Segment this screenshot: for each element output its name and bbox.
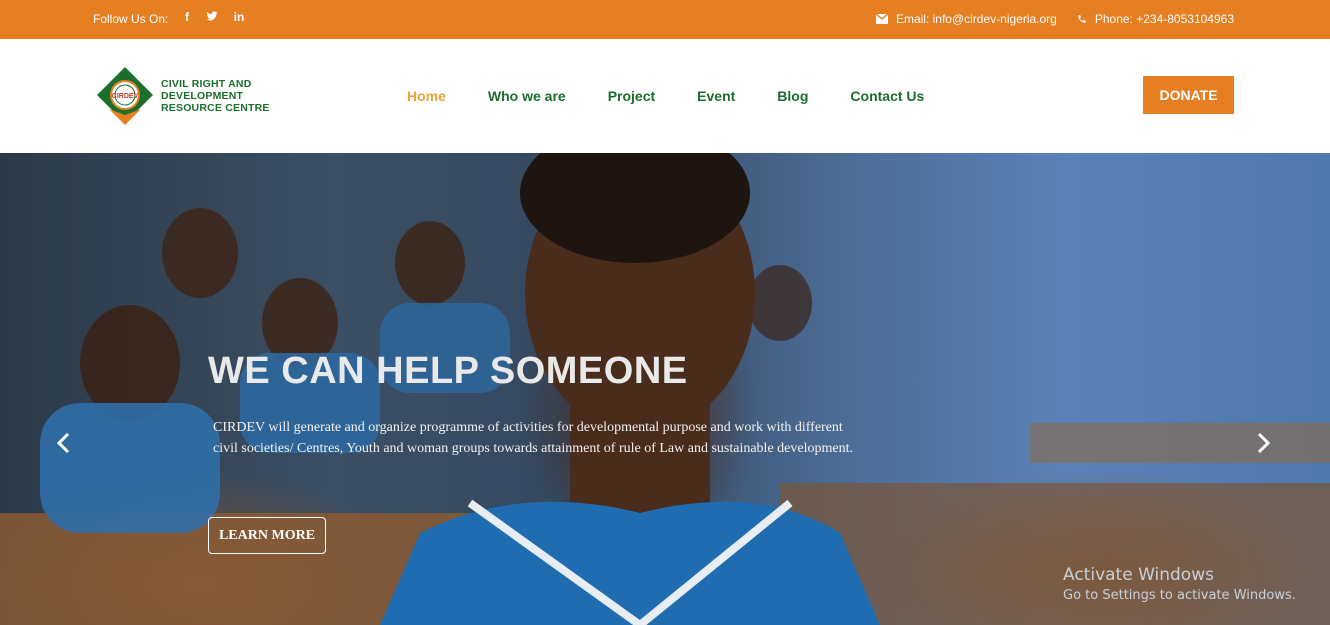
email-label: Email: info@cirdev-nigeria.org (895, 12, 1057, 26)
watermark-subtitle: Go to Settings to activate Windows. (1063, 588, 1296, 603)
hero-description: CIRDEV will generate and organize progra… (213, 420, 853, 456)
site-header: CIRDEV CIVIL RIGHT AND DEVELOPMENT RESOU… (0, 39, 1330, 153)
nav-blog[interactable]: Blog (777, 88, 808, 104)
hero-slider: WE CAN HELP SOMEONE CIRDEV will generate… (0, 153, 1330, 625)
top-bar: Follow Us On: f in Email: info@cirdev-ni… (0, 0, 1330, 39)
linkedin-icon[interactable]: in (232, 10, 246, 24)
logo-line-2: DEVELOPMENT (161, 90, 244, 102)
logo-line-1: CIVIL RIGHT AND (161, 78, 252, 90)
contact-info: Email: info@cirdev-nigeria.org Phone: +2… (875, 12, 1234, 26)
logo-text: CIVIL RIGHT AND DEVELOPMENT RESOURCE CEN… (161, 78, 270, 114)
follow-us-label: Follow Us On: (93, 12, 169, 26)
facebook-icon[interactable]: f (180, 10, 194, 24)
nav-home[interactable]: Home (407, 88, 446, 104)
site-logo[interactable]: CIRDEV CIVIL RIGHT AND DEVELOPMENT RESOU… (95, 65, 270, 127)
phone-info[interactable]: Phone: +234-8053104963 (1077, 12, 1234, 26)
main-nav: Home Who we are Project Event Blog Conta… (407, 88, 924, 104)
logo-badge-text: CIRDEV (112, 93, 139, 100)
chevron-right-icon (1257, 432, 1271, 454)
learn-more-button[interactable]: LEARN MORE (208, 517, 326, 554)
donate-button[interactable]: DONATE (1143, 76, 1234, 114)
slider-next-arrow[interactable] (1253, 431, 1273, 455)
envelope-icon (875, 14, 888, 24)
phone-label: Phone: +234-8053104963 (1094, 12, 1234, 26)
logo-line-3: RESOURCE CENTRE (161, 102, 270, 114)
watermark-title: Activate Windows (1063, 565, 1214, 585)
hero-title: WE CAN HELP SOMEONE (208, 350, 688, 392)
social-links: f in (180, 10, 246, 24)
nav-contact-us[interactable]: Contact Us (850, 88, 924, 104)
chevron-left-icon (56, 432, 70, 454)
phone-icon (1078, 15, 1086, 23)
nav-who-we-are[interactable]: Who we are (488, 88, 566, 104)
cirdev-emblem-icon: CIRDEV (97, 67, 153, 125)
activate-windows-watermark: Activate Windows Go to Settings to activ… (1063, 565, 1296, 603)
email-info[interactable]: Email: info@cirdev-nigeria.org (875, 12, 1057, 26)
nav-event[interactable]: Event (697, 88, 735, 104)
twitter-icon[interactable] (206, 10, 220, 24)
nav-project[interactable]: Project (608, 88, 655, 104)
slider-prev-arrow[interactable] (54, 431, 74, 455)
